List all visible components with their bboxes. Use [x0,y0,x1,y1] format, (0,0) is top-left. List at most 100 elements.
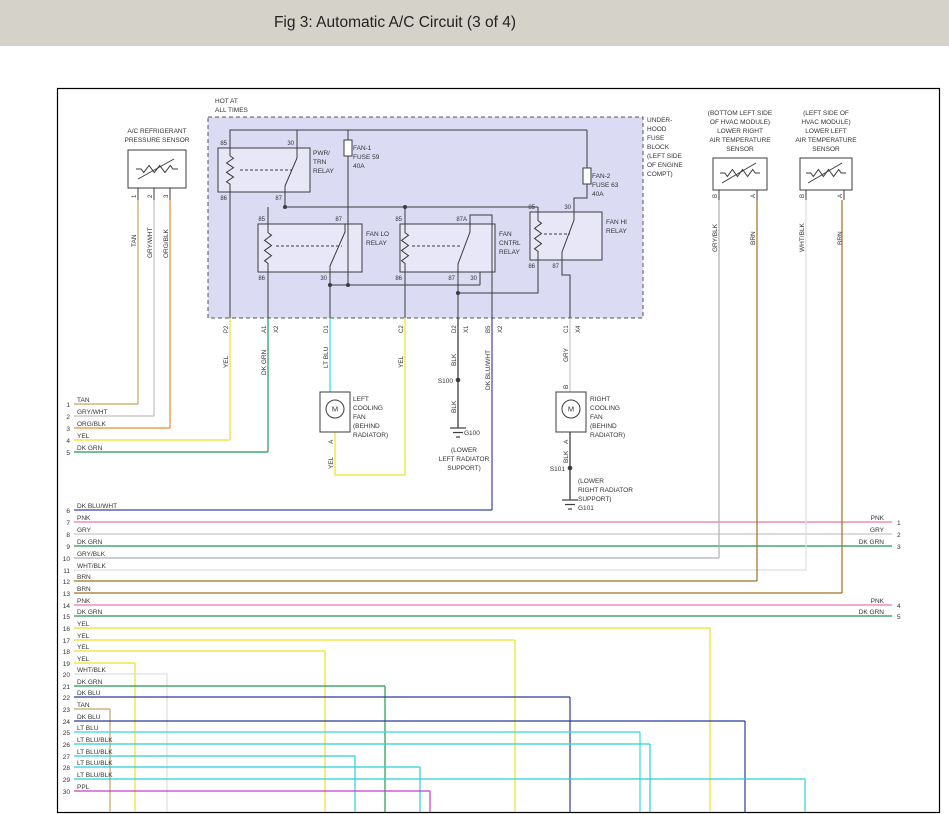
sensor-title: PRESSURE SENSOR [124,137,189,144]
row-wire-label: LT BLU/BLK [77,772,113,779]
relay-box [400,224,495,272]
row-wire-label: GRY/WHT [77,409,108,416]
row-wire-label: DK BLU/WHT [77,503,117,510]
row-number: 4 [66,438,70,445]
row-wire-label: LT BLU [77,725,99,732]
relay-name: RELAY [606,228,627,235]
connector-pin-label: P2 [224,325,230,333]
row-wire-label: TAN [77,702,90,709]
relay-name: RELAY [313,168,334,175]
relay-name: FAN HI [606,219,627,226]
relay-pin-label: 30 [320,276,327,282]
row-wire-label: GRY [870,527,885,534]
row-number: 2 [897,532,901,539]
wire-color-label: DK GRN [261,349,268,375]
row-number: 28 [63,765,71,772]
relay-pin-label: 30 [470,276,477,282]
fuse-label: FAN-1 [353,145,372,152]
fan-label: COOLING [590,405,620,412]
wire-color-label: YEL [398,355,405,368]
sensor-pin-label: A [751,194,757,198]
relay-name: TRN [313,159,327,166]
ground-note: SUPPORT) [447,465,480,472]
row-wire-label: YEL [77,644,90,651]
wire-color-label: YEL [223,355,230,368]
relay-pin-label: 87 [552,264,559,270]
sensor-pin-label: B [800,194,806,198]
row-number: 3 [897,544,901,551]
wire-color-label: ORG/BLK [163,228,170,258]
relay-pin-label: 86 [528,264,535,270]
wire-color-label: WHT/BLK [799,222,806,252]
wire-color-label: A [563,439,570,444]
sensor-pin-label: 2 [148,194,154,198]
row-number: 8 [66,532,70,539]
connector-pin-label: A1 [262,325,268,333]
wire-color-label: DK BLU/WHT [485,350,492,390]
row-wire-label: BRN [77,586,91,593]
row-number: 25 [63,730,71,737]
relay-pin-label: 87A [456,217,467,223]
splice-label: S101 [550,466,566,473]
annotation: COMPT) [647,171,673,178]
sensor-title: AIR TEMPERATURE [795,137,857,144]
ground-label: G101 [578,505,594,512]
connector-pin-label: X2 [274,325,280,333]
annotation: FUSE [647,135,665,142]
annotation: BLOCK [647,144,670,151]
relay-name: RELAY [499,249,520,256]
splice-label: S100 [438,378,454,385]
sensor-title: (BOTTOM LEFT SIDE [708,110,773,117]
row-wire-label: DK BLU [77,690,101,697]
row-number: 30 [63,789,71,796]
annotation: OF ENGINE [647,162,683,169]
relay-pin-label: 85 [220,141,227,147]
row-wire-label: LT BLU/BLK [77,749,113,756]
fan-label: COOLING [353,405,383,412]
sensor-title: SENSOR [726,146,754,153]
row-number: 16 [63,626,71,633]
row-wire-label: YEL [77,433,90,440]
annotation: UNDER- [647,117,672,124]
row-number: 24 [63,719,71,726]
connector-pin-label: B5 [486,325,492,333]
row-number: 1 [66,402,70,409]
relay-box [218,148,310,192]
connector-pin-label: C1 [564,325,570,333]
row-wire-label: DK GRN [859,609,885,616]
wire-color-label: BLK [563,450,570,463]
sensor-pin-label: 3 [164,194,170,198]
relay-pin-label: 85 [528,205,535,211]
row-wire-label: LT BLU/BLK [77,737,113,744]
row-number: 22 [63,695,71,702]
junction-dot [456,291,460,295]
sensor-pin-label: B [713,194,719,198]
row-wire-label: DK GRN [77,539,103,546]
fuse-label: 40A [353,163,365,170]
row-wire-label: GRY/BLK [77,551,106,558]
relay-pin-label: 86 [395,276,402,282]
fan-label: LEFT [353,396,369,403]
sensor-title: HVAC MODULE) [801,119,850,126]
sensor-title: AIR TEMPERATURE [709,137,771,144]
splice-dot [456,378,461,383]
fuse-label: 40A [592,191,604,198]
annotation: HOOD [647,126,667,133]
relay-name: RELAY [366,240,387,247]
splice-dot [568,466,573,471]
row-wire-label: YEL [77,633,90,640]
relay-pin-label: 30 [287,141,294,147]
relay-box [258,224,362,272]
row-number: 21 [63,684,71,691]
row-wire-label: TAN [77,397,90,404]
wire-color-label: BRN [837,231,844,245]
row-wire-label: WHT/BLK [77,667,107,674]
wire-color-label: GRY/BLK [712,223,719,252]
junction-dot [403,205,407,209]
sensor-pin-label: A [838,194,844,198]
sensor-title: (LEFT SIDE OF [803,110,849,117]
row-number: 10 [63,556,71,563]
relay-pin-label: 85 [258,217,265,223]
row-number: 17 [63,638,71,645]
wire-color-label: LT BLU [323,346,330,368]
